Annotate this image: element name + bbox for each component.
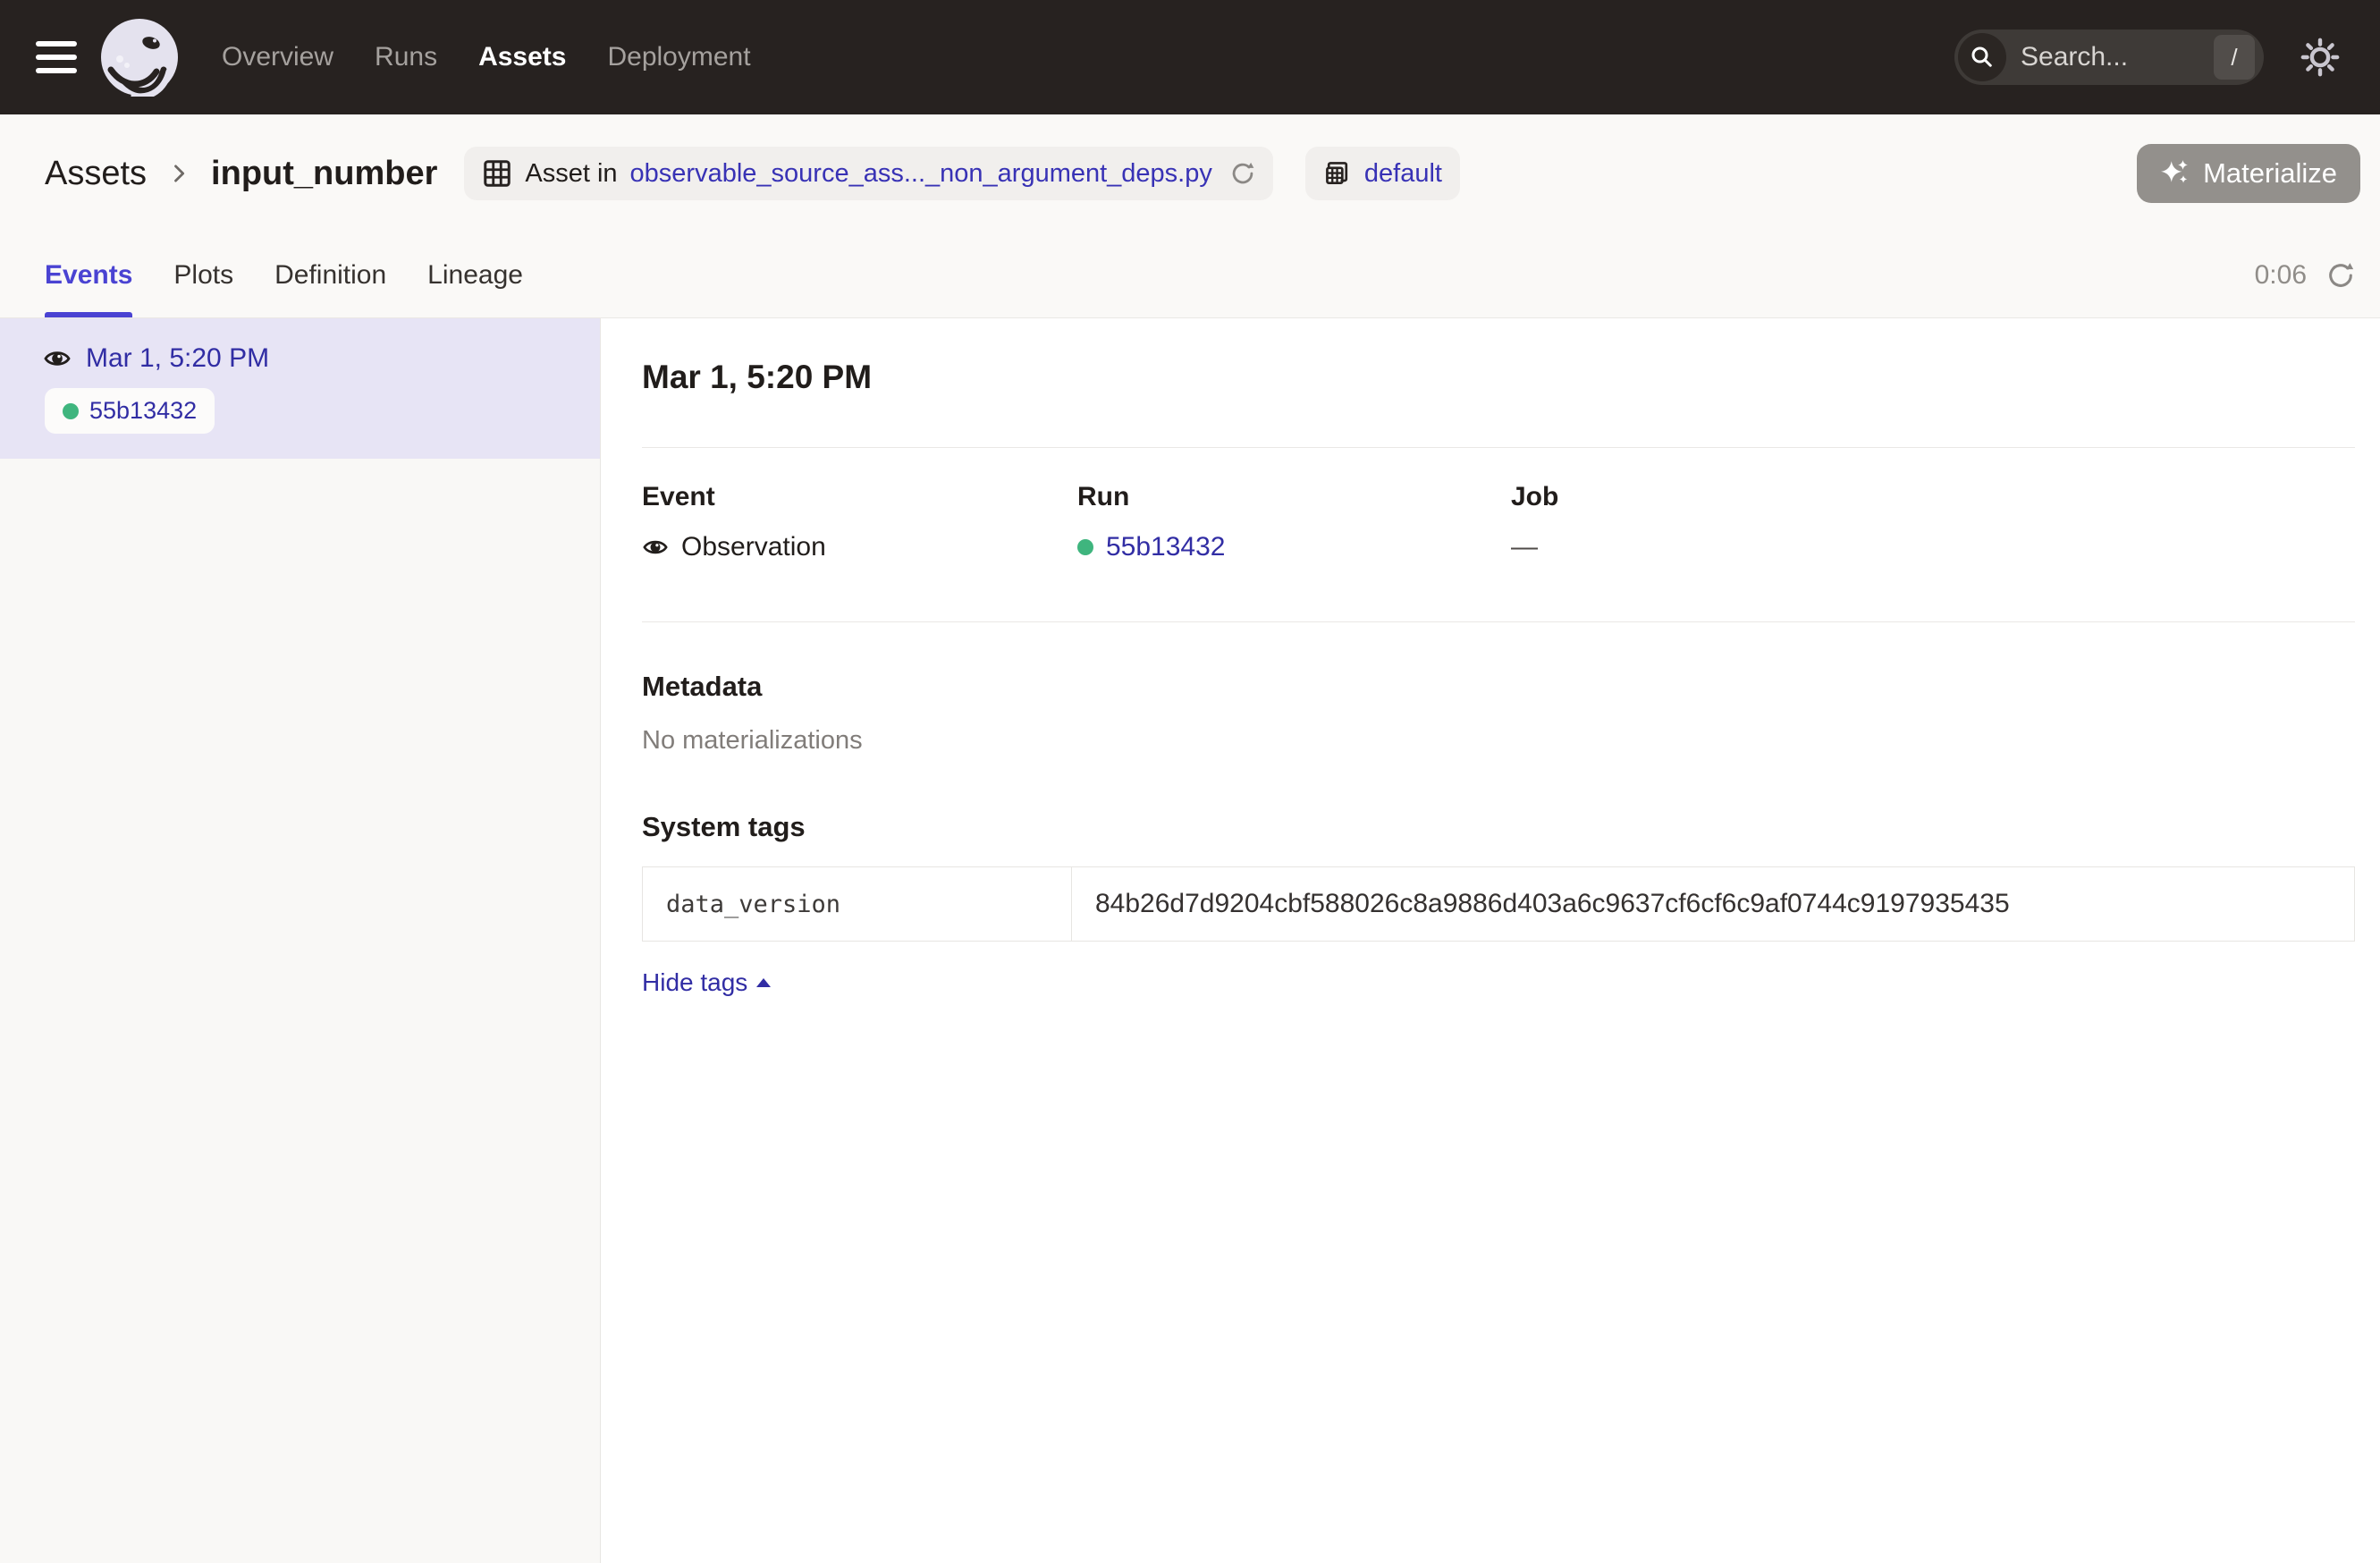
- table-grid-icon: [482, 158, 512, 189]
- job-column: Job —: [1511, 482, 2355, 562]
- job-empty-value: —: [1511, 532, 1538, 562]
- divider: [642, 621, 2355, 622]
- event-column-label: Event: [642, 482, 1077, 512]
- hide-tags-link[interactable]: Hide tags: [642, 968, 771, 997]
- nav-item-assets[interactable]: Assets: [478, 42, 566, 72]
- hamburger-menu-icon[interactable]: [36, 41, 77, 73]
- job-column-label: Job: [1511, 482, 2355, 512]
- system-tags-heading: System tags: [642, 811, 2355, 843]
- tab-events[interactable]: Events: [45, 232, 132, 317]
- asset-page-header: Assets input_number Asset in observable_…: [0, 114, 2380, 232]
- search-input[interactable]: [2021, 42, 2199, 72]
- event-detail-panel: Mar 1, 5:20 PM Event Observation: [601, 318, 2380, 1563]
- event-list-item-selected[interactable]: Mar 1, 5:20 PM 55b13432: [0, 318, 600, 459]
- event-list-sidebar: Mar 1, 5:20 PM 55b13432: [0, 318, 601, 1563]
- content-area: Mar 1, 5:20 PM 55b13432 Mar 1, 5:20 PM E…: [0, 318, 2380, 1563]
- nav-item-runs[interactable]: Runs: [375, 42, 437, 72]
- event-timestamp: Mar 1, 5:20 PM: [86, 343, 269, 374]
- event-type-value: Observation: [681, 532, 826, 562]
- asset-definition-file-link[interactable]: observable_source_ass..._non_argument_de…: [630, 159, 1212, 189]
- materialize-button-label: Materialize: [2203, 157, 2337, 190]
- system-tags-table: data_version 84b26d7d9204cbf588026c8a988…: [642, 866, 2355, 942]
- code-location-name[interactable]: default: [1364, 159, 1442, 189]
- nav-item-overview[interactable]: Overview: [222, 42, 333, 72]
- eye-icon: [642, 534, 669, 561]
- dagster-logo-icon[interactable]: [100, 18, 179, 97]
- search-bar[interactable]: /: [1954, 30, 2264, 85]
- event-column: Event Observation: [642, 482, 1077, 562]
- code-location-icon: [1323, 159, 1352, 188]
- search-shortcut-key: /: [2214, 35, 2255, 80]
- settings-gear-icon[interactable]: [2300, 37, 2341, 78]
- refresh-icon[interactable]: [2326, 261, 2355, 290]
- hide-tags-label: Hide tags: [642, 968, 747, 997]
- metadata-empty-text: No materializations: [642, 726, 2355, 756]
- breadcrumb-current-asset: input_number: [211, 155, 437, 193]
- asset-origin-pill: Asset in observable_source_ass..._non_ar…: [464, 147, 1273, 200]
- top-navigation-bar: Overview Runs Assets Deployment /: [0, 0, 2380, 114]
- sparkle-icon: [2160, 158, 2190, 189]
- divider: [642, 447, 2355, 448]
- run-status-dot: [63, 403, 79, 419]
- event-detail-title: Mar 1, 5:20 PM: [642, 358, 2355, 397]
- search-icon: [1958, 33, 2006, 81]
- event-run-chip[interactable]: 55b13432: [45, 388, 215, 434]
- tab-plots[interactable]: Plots: [173, 232, 233, 317]
- refresh-countdown: 0:06: [2255, 260, 2307, 291]
- run-column: Run 55b13432: [1077, 482, 1511, 562]
- tag-key-cell: data_version: [643, 867, 1072, 941]
- run-status-dot: [1077, 539, 1093, 555]
- tab-lineage[interactable]: Lineage: [427, 232, 523, 317]
- breadcrumb-assets-link[interactable]: Assets: [45, 155, 147, 193]
- primary-nav: Overview Runs Assets Deployment: [222, 42, 751, 72]
- tag-value-cell: 84b26d7d9204cbf588026c8a9886d403a6c9637c…: [1072, 867, 2354, 941]
- reload-icon[interactable]: [1230, 161, 1255, 186]
- code-location-pill[interactable]: default: [1305, 147, 1460, 200]
- metadata-heading: Metadata: [642, 671, 2355, 703]
- asset-tabs-bar: Events Plots Definition Lineage 0:06: [0, 232, 2380, 318]
- run-id-link[interactable]: 55b13432: [1106, 532, 1225, 562]
- event-run-id: 55b13432: [89, 397, 197, 425]
- run-column-label: Run: [1077, 482, 1511, 512]
- eye-icon: [43, 344, 72, 373]
- materialize-button[interactable]: Materialize: [2137, 144, 2360, 203]
- asset-origin-prefix: Asset in: [525, 159, 617, 189]
- tab-definition[interactable]: Definition: [274, 232, 386, 317]
- caret-up-icon: [756, 978, 771, 987]
- chevron-right-icon: [166, 161, 191, 186]
- nav-item-deployment[interactable]: Deployment: [607, 42, 750, 72]
